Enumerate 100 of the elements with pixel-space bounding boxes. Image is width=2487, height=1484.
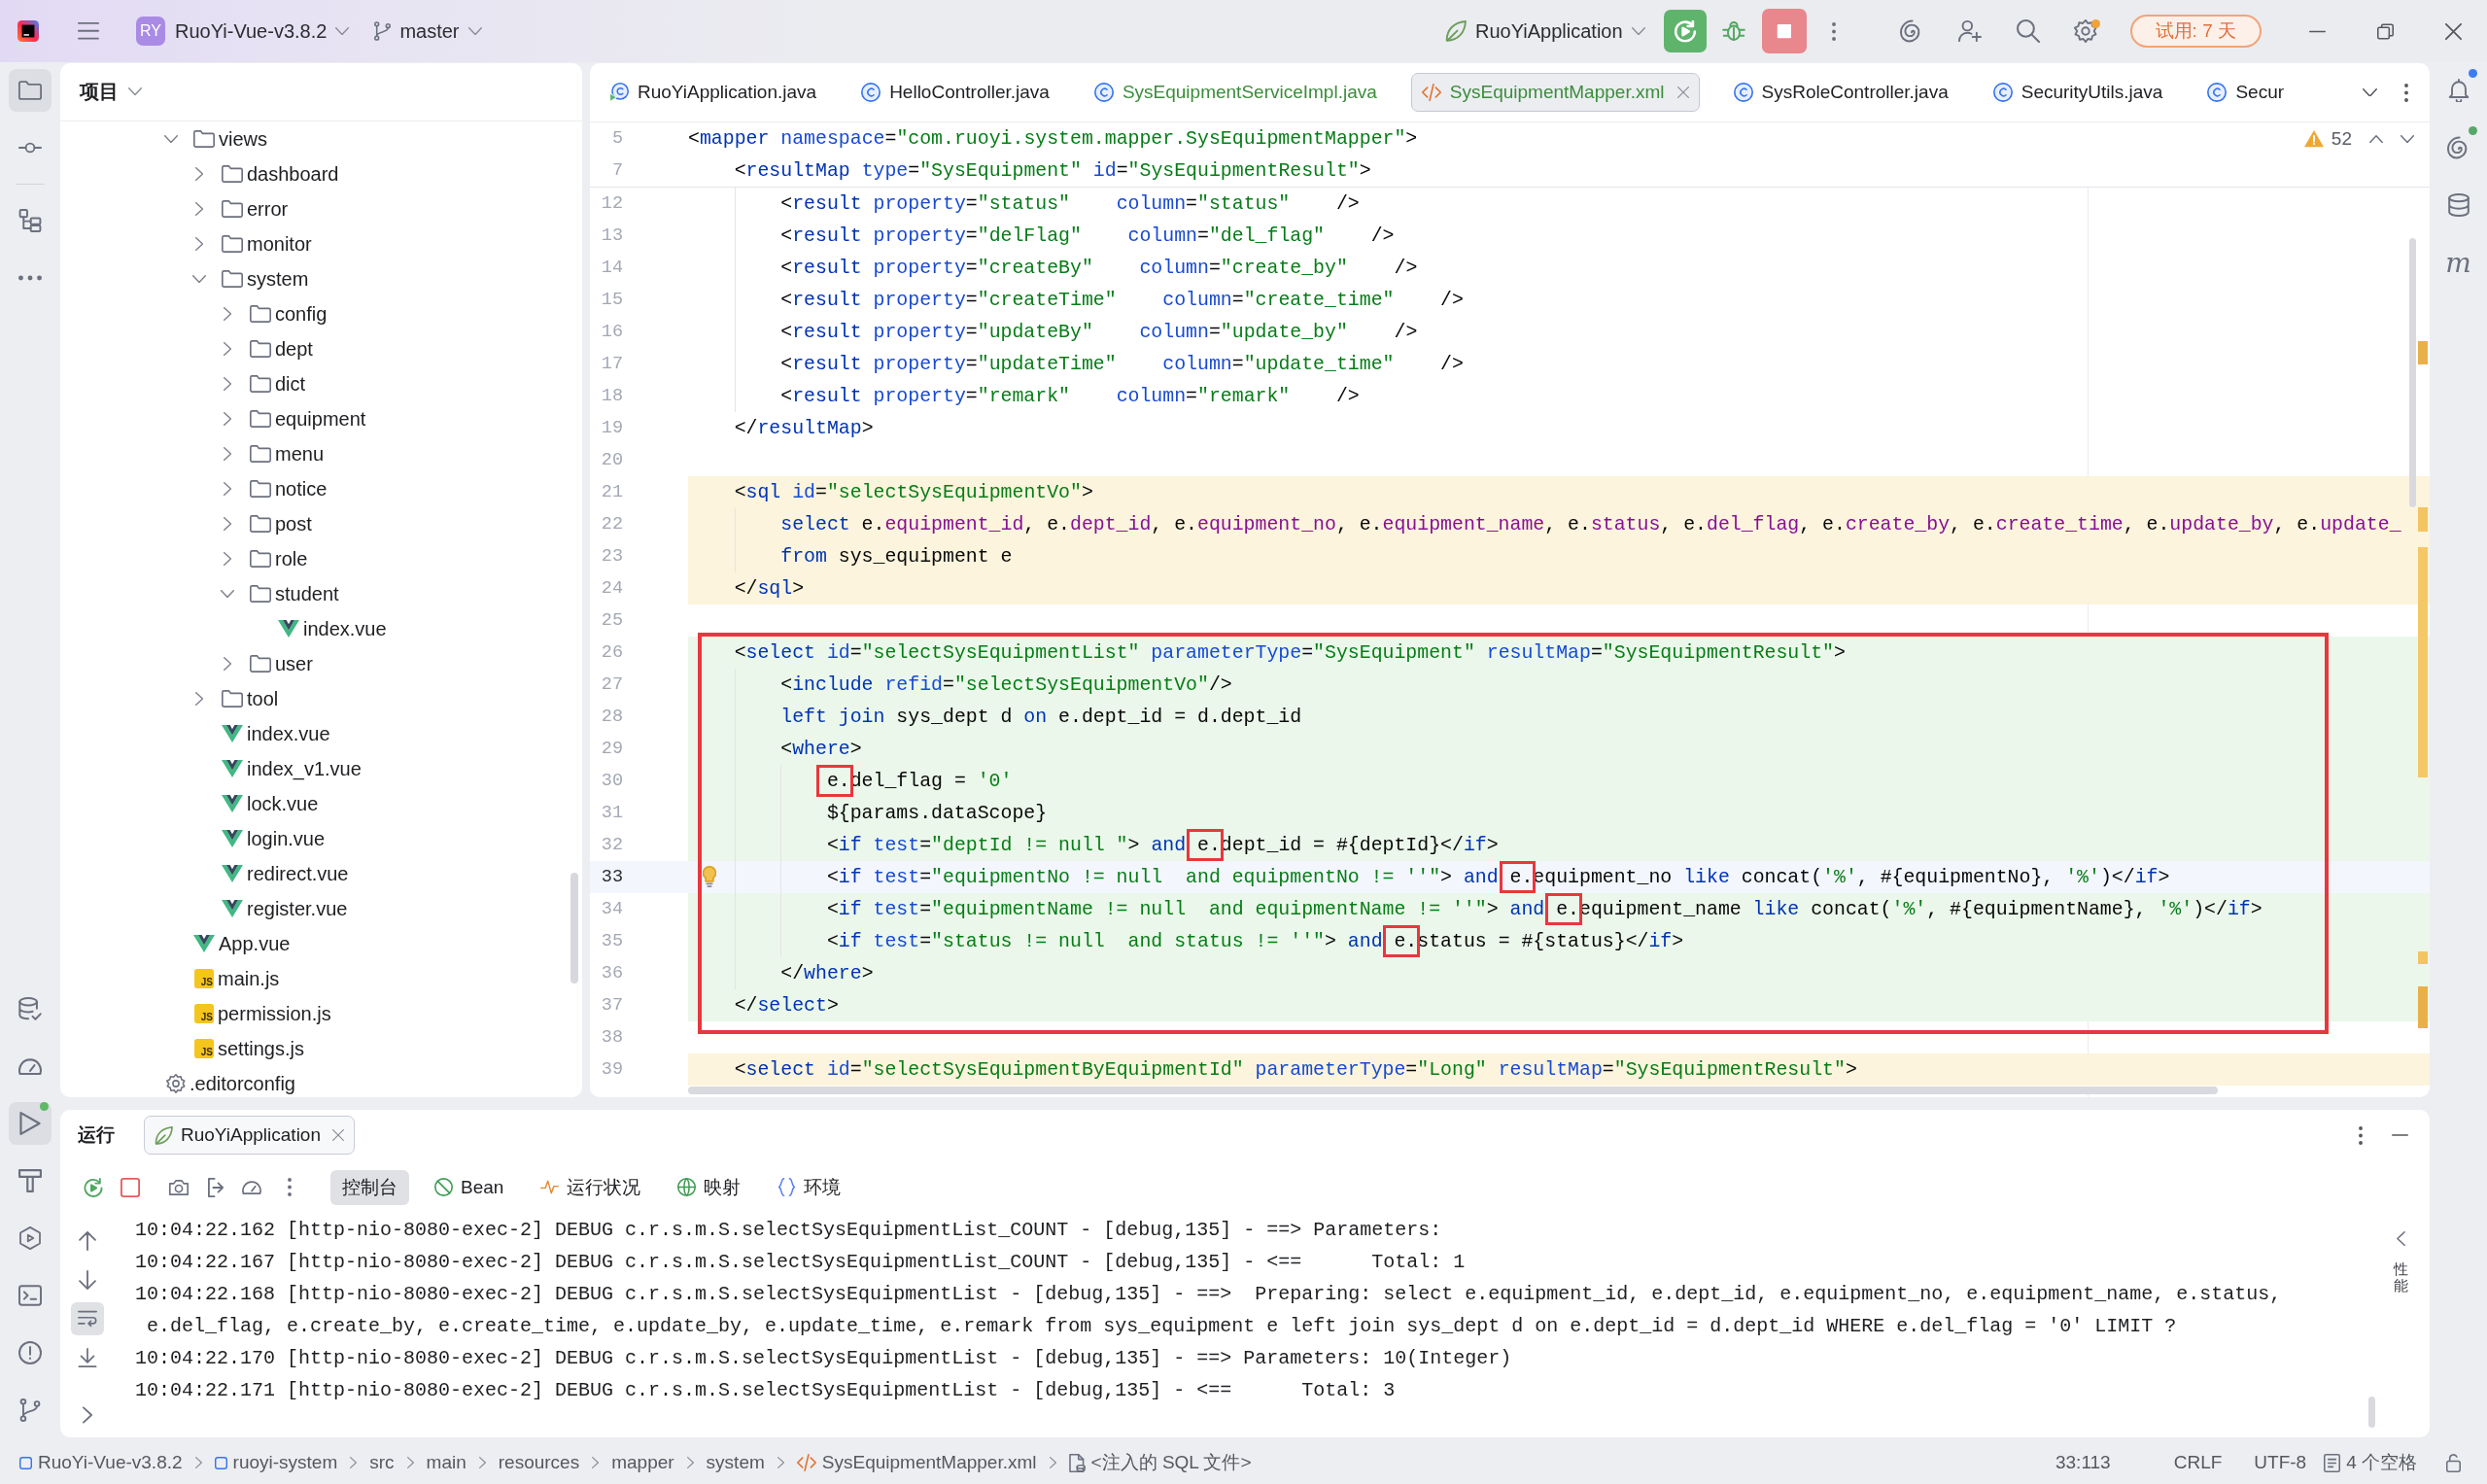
folder-name[interactable]: student [275,582,339,605]
maven-button[interactable]: m [2436,241,2480,284]
chevron-right-icon[interactable] [223,482,232,496]
folder-name[interactable]: menu [274,442,324,466]
editor-tab[interactable]: SysRoleController.java [1722,73,1959,112]
chevron-down-icon[interactable] [192,274,206,284]
stop-icon[interactable] [121,1177,140,1197]
editor-tab[interactable]: Secur [2196,73,2296,112]
restore-icon[interactable] [2376,22,2394,40]
scrollbar[interactable] [570,873,578,984]
rerun-icon[interactable] [84,1177,103,1197]
line-separator[interactable]: CRLF [2173,1452,2223,1473]
padlock-icon[interactable] [2446,1453,2461,1472]
run-tab[interactable]: RuoYiApplication [144,1116,355,1155]
chevron-right-icon[interactable] [223,342,232,356]
folder-name[interactable]: views [219,127,267,151]
run-configuration-selector[interactable]: RuoYiApplication [1445,19,1645,43]
file-name[interactable]: lock.vue [247,792,319,815]
caret-position[interactable]: 33:113 [2055,1452,2111,1473]
breadcrumb[interactable]: src [369,1452,395,1473]
console-view-tab[interactable]: 控制台 [330,1169,409,1205]
chevron-right-icon[interactable] [194,202,204,216]
chevron-right-icon[interactable] [223,517,232,531]
breadcrumb[interactable]: SysEquipmentMapper.xml [796,1452,1037,1473]
exclamation-icon[interactable] [18,1341,42,1364]
folder-name[interactable]: system [247,267,309,291]
gauge-icon[interactable] [242,1180,261,1194]
database-check-icon[interactable] [18,997,42,1020]
project-view-selector[interactable]: 项目 [80,79,142,105]
chevron-left-icon[interactable] [2396,1231,2405,1246]
chevron-right-icon[interactable] [223,307,232,321]
branch-icon[interactable] [18,1398,42,1422]
breadcrumb[interactable]: main [426,1452,466,1473]
play-icon[interactable] [9,1102,52,1145]
editor-tab[interactable]: SecurityUtils.java [1982,73,2174,112]
rerun-icon[interactable] [1663,10,1707,52]
folder-icon[interactable] [9,69,52,112]
indent-selector[interactable]: 4 个空格 [2324,1450,2417,1475]
chevron-right-icon[interactable] [194,237,204,251]
folder-name[interactable]: dashboard [246,162,339,186]
settings-icon[interactable] [2073,19,2097,43]
folder-name[interactable]: error [246,197,289,221]
branch-selector[interactable]: master [374,19,482,43]
scrollbar[interactable] [2409,238,2416,507]
chevron-right-icon[interactable] [223,412,232,426]
chevron-right-icon[interactable] [83,1405,92,1425]
more-icon[interactable] [1831,21,1836,41]
chevron-right-icon[interactable] [223,657,232,671]
add-user-icon[interactable] [1957,19,1982,43]
chevron-down-icon[interactable] [2401,134,2414,144]
chevron-right-icon[interactable] [194,167,204,181]
project-selector[interactable]: RuoYi-Vue-v3.8.2 [175,19,350,43]
file-name[interactable]: index.vue [247,722,330,745]
scroll-to-end-icon[interactable] [78,1348,97,1367]
folder-name[interactable]: tool [246,687,279,710]
close-icon[interactable] [2444,22,2462,40]
bell-icon[interactable] [2446,79,2470,102]
folder-name[interactable]: notice [274,477,328,500]
more-icon[interactable] [288,1178,292,1196]
arrow-down-icon[interactable] [78,1270,97,1290]
structure-icon[interactable] [18,209,42,232]
console-view-tab[interactable]: Bean [423,1169,516,1205]
editor-tab[interactable]: RuoYiApplication.java [599,73,828,112]
chevron-down-icon[interactable] [2363,87,2377,97]
close-icon[interactable] [1676,86,1689,98]
stop-icon[interactable] [1761,9,1807,53]
exit-icon[interactable] [208,1177,224,1197]
chevron-up-icon[interactable] [2369,134,2383,144]
arrow-up-icon[interactable] [78,1231,97,1251]
folder-name[interactable]: config [274,302,328,326]
terminal-icon[interactable] [18,1284,42,1307]
file-name[interactable]: main.js [218,967,280,990]
file-name[interactable]: login.vue [247,827,326,850]
file-name[interactable]: settings.js [218,1037,304,1060]
breadcrumb[interactable]: RuoYi-Vue-v3.8.2 [19,1452,183,1473]
file-name[interactable]: index.vue [303,617,387,640]
scrollbar[interactable] [688,1087,2218,1094]
folder-name[interactable]: post [274,512,312,535]
file-name[interactable]: .editorconfig [190,1072,295,1095]
close-icon[interactable] [332,1129,344,1141]
file-name[interactable]: permission.js [218,1002,331,1025]
folder-name[interactable]: equipment [274,407,366,431]
file-name[interactable]: App.vue [219,932,291,955]
folder-name[interactable]: dict [274,372,306,396]
breadcrumb[interactable]: system [706,1452,765,1473]
folder-name[interactable]: monitor [246,232,312,256]
warning-count[interactable]: 52 [2331,128,2352,150]
editor-tab[interactable]: SysEquipmentMapper.xml [1410,73,1700,112]
menu-icon[interactable] [78,22,99,40]
search-icon[interactable] [2016,19,2040,43]
folder-name[interactable]: user [274,652,313,675]
breadcrumb[interactable]: mapper [611,1452,674,1473]
file-name[interactable]: register.vue [247,897,348,920]
console-view-tab[interactable]: 运行状况 [529,1169,653,1205]
chevron-right-icon[interactable] [194,692,204,706]
lightbulb-icon[interactable] [703,866,716,887]
more-icon[interactable] [2359,1125,2363,1145]
chevron-down-icon[interactable] [221,589,234,599]
soft-wrap-icon[interactable] [71,1302,104,1335]
breadcrumb[interactable]: <注入的 SQL 文件> [1068,1450,1252,1475]
